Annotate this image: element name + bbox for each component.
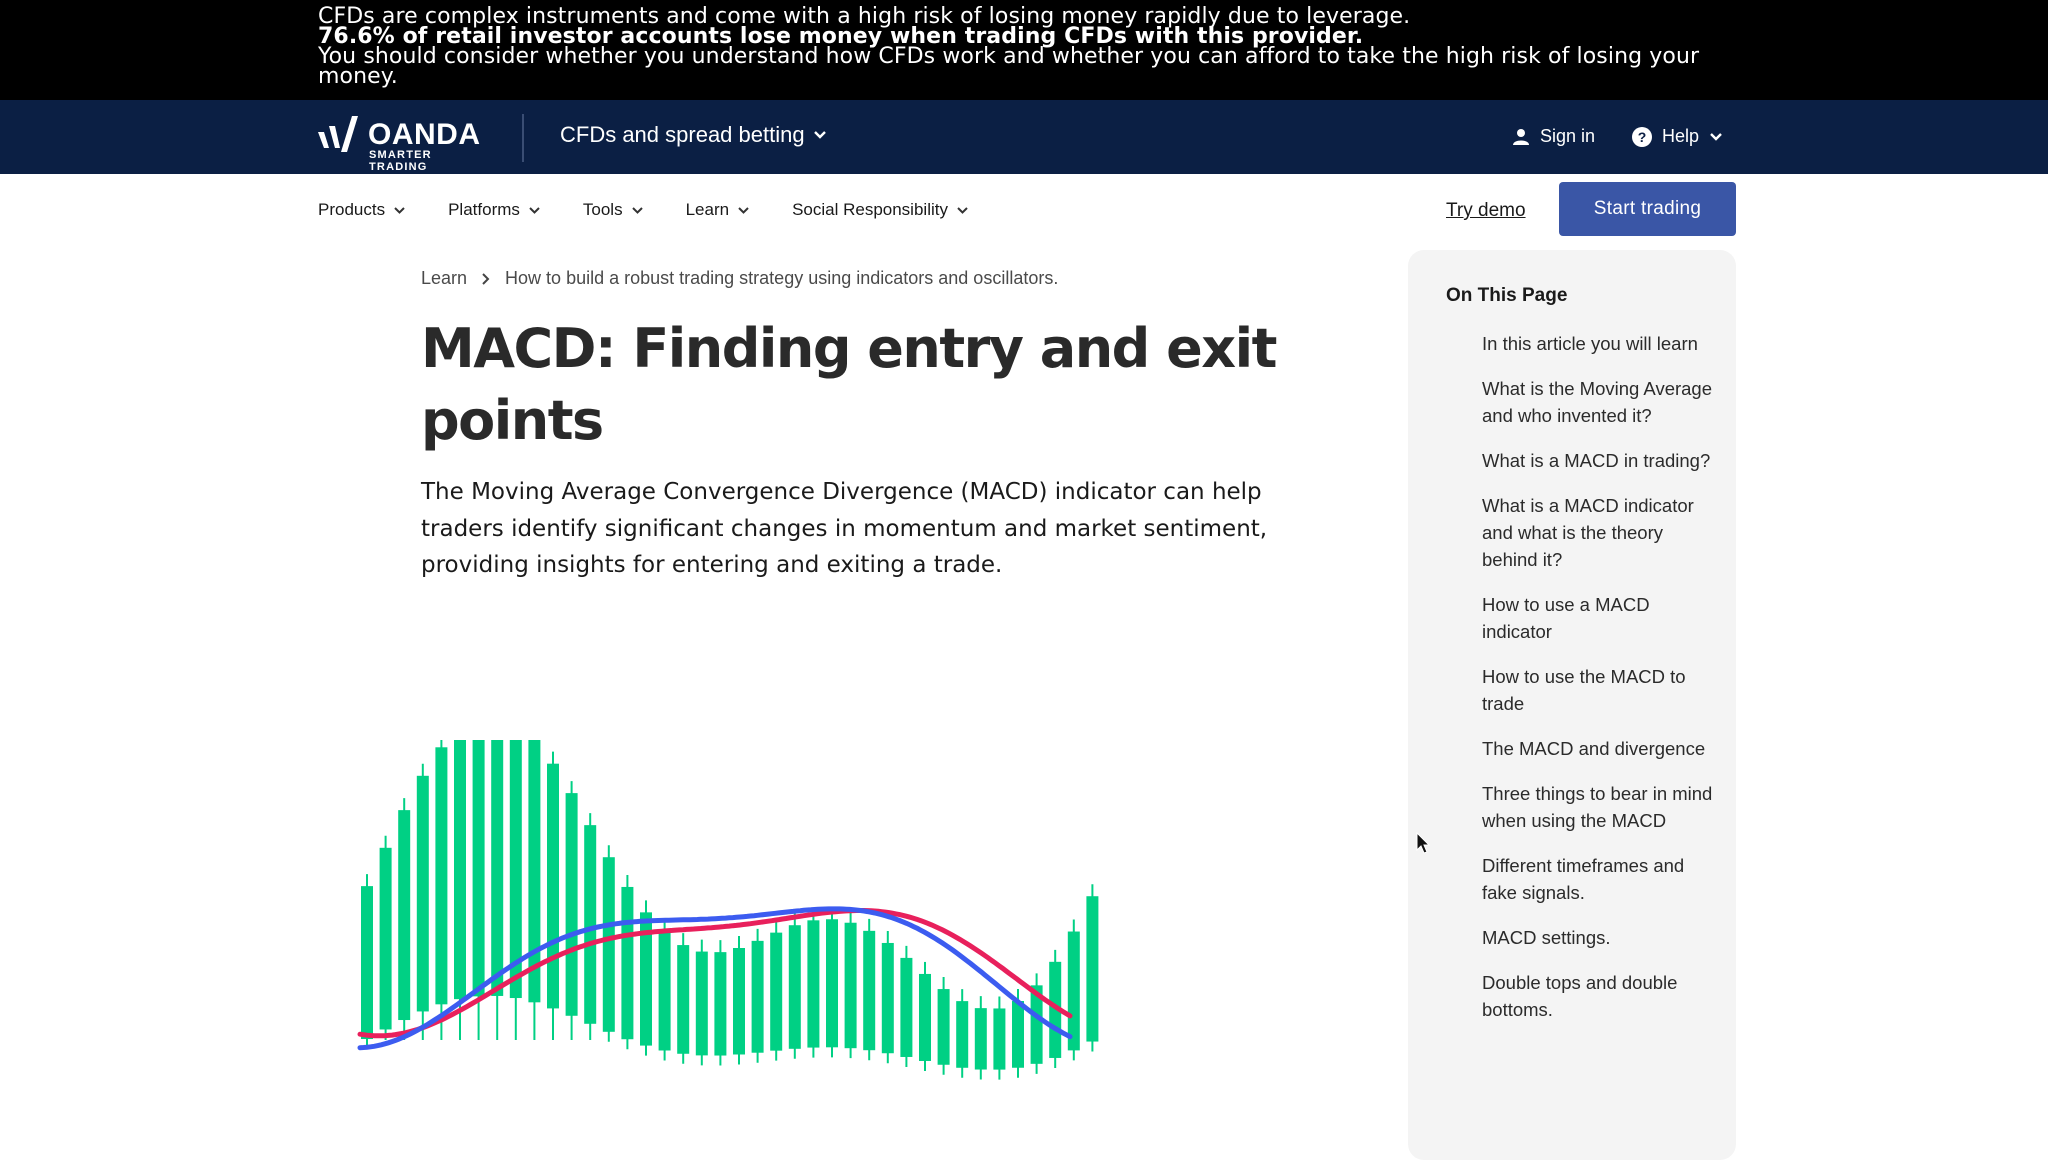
candle-body — [584, 825, 597, 1024]
sign-in-link[interactable]: Sign in — [1512, 126, 1595, 147]
toc-item[interactable]: Different timeframes and fake signals. — [1482, 852, 1722, 906]
brand-tagline: SMARTER TRADING — [369, 149, 432, 173]
main-menu: Products Platforms Tools Learn Social Re… — [318, 200, 1011, 220]
on-this-page-panel: On This Page In this article you will le… — [1408, 250, 1736, 1160]
candle-body — [770, 932, 783, 1051]
menu-item-label: Products — [318, 200, 386, 219]
brand-name: OANDA — [368, 118, 481, 151]
chevron-down-icon — [1710, 132, 1722, 141]
risk-warning-line: You should consider whether you understa… — [318, 44, 1700, 69]
candle-body — [993, 1008, 1006, 1070]
toc-item[interactable]: Double tops and double bottoms. — [1482, 969, 1722, 1023]
menu-item-label: Platforms — [448, 200, 520, 219]
candle-body — [733, 948, 745, 1055]
candle-body — [658, 931, 671, 1051]
help-menu[interactable]: ? Help — [1632, 126, 1723, 147]
menu-social-responsibility[interactable]: Social Responsibility — [792, 200, 969, 220]
chevron-down-icon — [957, 206, 968, 214]
candle-body — [379, 847, 392, 1030]
top-navigation-bar: OANDA SMARTER TRADING CFDs and spread be… — [0, 100, 2048, 174]
candle-body — [472, 740, 485, 997]
chevron-down-icon — [738, 206, 749, 214]
toc-item[interactable]: What is the Moving Average and who inven… — [1482, 375, 1722, 429]
candle-body — [454, 740, 466, 1000]
candle-body — [714, 952, 727, 1056]
menu-tools[interactable]: Tools — [583, 200, 644, 220]
menu-item-label: Learn — [685, 200, 730, 219]
candle-body — [1067, 931, 1080, 1051]
breadcrumb-learn-link[interactable]: Learn — [421, 268, 467, 289]
chevron-down-icon — [529, 206, 540, 214]
candle-body — [361, 886, 373, 1040]
candle-body — [491, 740, 504, 996]
menu-learn[interactable]: Learn — [686, 200, 750, 220]
candle-body — [863, 930, 876, 1051]
candle-body — [844, 922, 857, 1049]
candle-body — [919, 973, 931, 1061]
risk-warning-banner: CFDs are complex instruments and come wi… — [0, 0, 2048, 100]
toc-item[interactable]: Three things to bear in mind when using … — [1482, 780, 1722, 834]
sign-in-label: Sign in — [1540, 126, 1596, 146]
candle-body — [677, 945, 690, 1054]
breadcrumb: Learn How to build a robust trading stra… — [421, 268, 1058, 289]
risk-warning-line: money. — [318, 64, 398, 89]
toc-item[interactable]: How to use a MACD indicator — [1482, 591, 1722, 645]
candle-body — [974, 1008, 987, 1070]
candle-body — [900, 957, 913, 1057]
chevron-down-icon — [813, 131, 826, 139]
candle-body — [398, 810, 411, 1021]
toc-item[interactable]: How to use the MACD to trade — [1482, 663, 1722, 717]
candle-body — [621, 886, 634, 1040]
toc-item[interactable]: What is a MACD indicator and what is the… — [1482, 492, 1722, 573]
candle-body — [826, 919, 838, 1048]
macd-illustration — [357, 740, 1099, 1080]
candle-body — [937, 989, 950, 1065]
menu-platforms[interactable]: Platforms — [448, 200, 541, 220]
candle-body — [1086, 896, 1099, 1042]
menu-products[interactable]: Products — [318, 200, 406, 220]
candle-body — [416, 775, 429, 1012]
page-title: MACD: Finding entry and exit points — [421, 317, 1277, 452]
header-divider — [522, 114, 524, 162]
toc-item[interactable]: The MACD and divergence — [1482, 735, 1722, 762]
toc-item[interactable]: MACD settings. — [1482, 924, 1722, 951]
candle-body — [956, 1001, 969, 1068]
toc-item[interactable]: What is a MACD in trading? — [1482, 447, 1722, 474]
oanda-logo-icon — [318, 116, 358, 152]
chevron-right-icon — [481, 272, 491, 286]
breadcrumb-current: How to build a robust trading strategy u… — [505, 268, 1059, 288]
candle-body — [547, 763, 559, 1009]
chevron-down-icon — [631, 206, 643, 214]
candle-body — [695, 951, 708, 1056]
user-icon — [1513, 128, 1529, 145]
toc-list: In this article you will learn What is t… — [1482, 330, 1722, 1041]
product-switcher-label: CFDs and spread betting — [560, 122, 805, 147]
main-menu-bar: Products Platforms Tools Learn Social Re… — [0, 174, 2048, 246]
candle-body — [788, 925, 801, 1049]
candle-body — [807, 920, 820, 1048]
candle-body — [602, 857, 615, 1032]
toc-item[interactable]: In this article you will learn — [1482, 330, 1722, 357]
help-icon: ? — [1632, 126, 1652, 147]
mouse-cursor-icon — [1416, 832, 1431, 854]
candle-body — [565, 793, 578, 1016]
help-label: Help — [1662, 126, 1700, 146]
candle-body — [881, 942, 894, 1054]
menu-item-label: Social Responsibility — [792, 200, 948, 219]
chevron-down-icon — [394, 206, 405, 214]
svg-text:?: ? — [1638, 129, 1647, 145]
candle-body — [435, 747, 448, 1005]
toc-heading: On This Page — [1446, 285, 1568, 306]
menu-item-label: Tools — [582, 200, 623, 219]
try-demo-link[interactable]: Try demo — [1446, 200, 1526, 222]
candle-body — [1012, 1001, 1024, 1068]
article-intro: The Moving Average Convergence Divergenc… — [421, 479, 1268, 578]
oanda-logo[interactable]: OANDA SMARTER TRADING — [318, 114, 490, 173]
start-trading-button[interactable]: Start trading — [1559, 182, 1736, 236]
candle-body — [751, 940, 764, 1053]
product-switcher[interactable]: CFDs and spread betting — [560, 122, 827, 148]
